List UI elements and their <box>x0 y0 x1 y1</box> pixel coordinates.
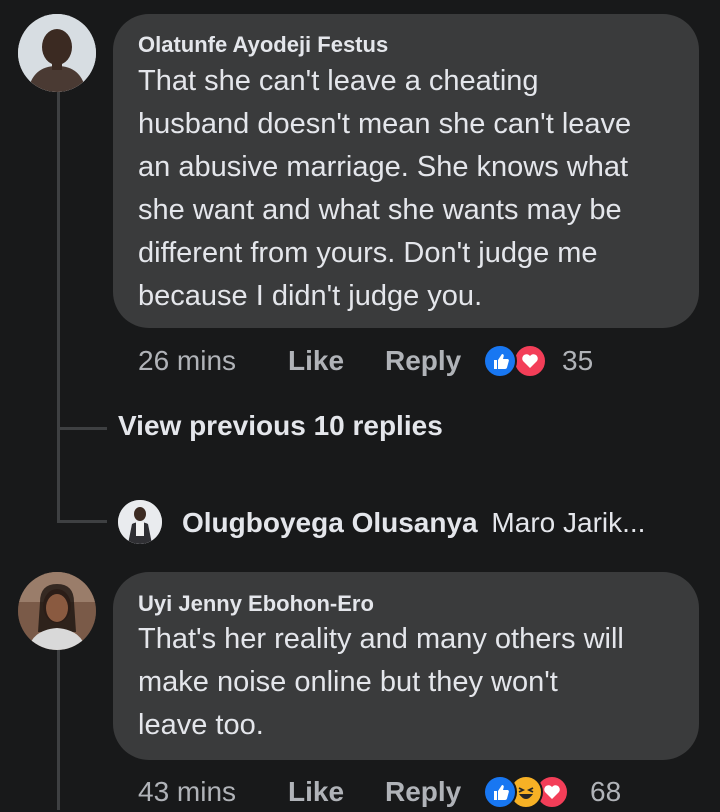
thread-branch-1 <box>57 427 107 430</box>
love-icon <box>513 344 547 378</box>
comment-line: different from yours. Don't judge me <box>138 237 598 269</box>
reply-snippet: Maro Jarik... <box>491 507 646 538</box>
comment-line: husband doesn't mean she can't leave <box>138 108 632 140</box>
reaction-count[interactable]: 35 <box>562 345 593 377</box>
comment-timestamp[interactable]: 26 mins <box>138 345 236 377</box>
avatar-photo-icon <box>118 500 162 544</box>
avatar-photo-icon <box>18 14 96 92</box>
thread-branch-2 <box>57 520 107 523</box>
reply-button[interactable]: Reply <box>385 776 461 808</box>
comment-line: because I didn't judge you. <box>138 280 483 312</box>
comment-timestamp[interactable]: 43 mins <box>138 776 236 808</box>
comment-line: That's her reality and many others will <box>138 623 624 655</box>
like-button[interactable]: Like <box>288 345 344 377</box>
reaction-count[interactable]: 68 <box>590 776 621 808</box>
reply-avatar[interactable] <box>118 500 162 544</box>
comment-line: That she can't leave a cheating <box>138 65 539 97</box>
avatar[interactable] <box>18 14 96 92</box>
like-icon <box>483 775 517 809</box>
comment-line: an abusive marriage. She knows what <box>138 151 629 183</box>
avatar-photo-icon <box>18 572 96 650</box>
thread-line-2 <box>57 650 60 810</box>
comment-line: she want and what she wants may be <box>138 194 622 226</box>
reply-preview[interactable]: Olugboyega Olusanya Maro Jarik... <box>182 507 645 539</box>
comment-line: leave too. <box>138 709 264 741</box>
reactions[interactable] <box>483 344 553 378</box>
avatar[interactable] <box>18 572 96 650</box>
reply-button[interactable]: Reply <box>385 345 461 377</box>
comment-line: make noise online but they won't <box>138 666 558 698</box>
reactions[interactable] <box>483 775 583 809</box>
comment-author[interactable]: Uyi Jenny Ebohon-Ero <box>138 591 374 617</box>
thread-line <box>57 92 60 522</box>
comment-author[interactable]: Olatunfe Ayodeji Festus <box>138 32 388 58</box>
view-previous-replies-link[interactable]: View previous 10 replies <box>118 410 443 442</box>
like-button[interactable]: Like <box>288 776 344 808</box>
reply-author[interactable]: Olugboyega Olusanya <box>182 507 478 538</box>
like-icon <box>483 344 517 378</box>
